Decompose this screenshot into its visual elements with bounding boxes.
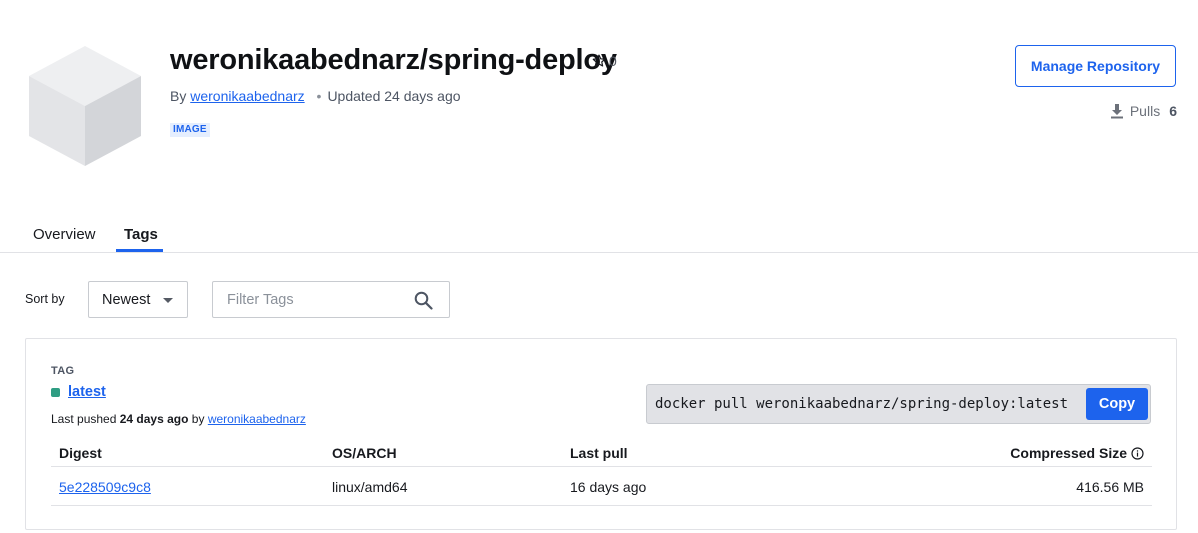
download-icon [1110,104,1123,119]
column-header-last-pull: Last pull [570,445,628,461]
star-count: 0 [609,53,617,69]
last-pull-value: 16 days ago [570,479,647,495]
repo-cube-logo-icon [29,46,141,166]
sort-label: Sort by [25,292,65,306]
filter-tags-input[interactable] [214,283,404,316]
updated-text: Updated 24 days ago [327,88,461,104]
tab-overview[interactable]: Overview [33,226,96,243]
pulls-stat: Pulls 6 [1110,103,1177,119]
tab-tags[interactable]: Tags [124,226,158,243]
star-button[interactable]: 0 [591,53,617,69]
copy-button[interactable]: Copy [1086,388,1148,420]
tag-card: TAG latest Last pushed 24 days ago by we… [25,338,1177,530]
pushed-by-label: by [191,412,205,426]
column-header-compressed-size: Compressed Size [1010,445,1144,461]
pull-command-box: docker pull weronikaabednarz/spring-depl… [646,384,1151,424]
os-arch-value: linux/amd64 [332,479,408,495]
pull-command-text[interactable]: docker pull weronikaabednarz/spring-depl… [655,396,1068,412]
filter-tags-box [212,281,450,318]
star-icon [592,54,606,67]
owner-link[interactable]: weronikaabednarz [190,88,304,104]
pulls-label: Pulls [1129,103,1161,119]
by-label: By [170,88,187,104]
manage-repository-button[interactable]: Manage Repository [1015,45,1176,87]
column-header-digest: Digest [59,445,102,461]
table-row: 5e228509c9c8 linux/amd64 16 days ago 416… [51,468,1152,506]
search-icon[interactable] [414,291,433,310]
column-header-os-arch: OS/ARCH [332,445,397,461]
tag-caption: TAG [51,365,75,377]
pushed-prefix: Last pushed [51,412,117,426]
repo-meta: By weronikaabednarz • Updated 24 days ago [170,88,461,104]
image-type-badge: IMAGE [170,123,210,137]
sort-select[interactable]: Newest [88,281,188,318]
compressed-size-label: Compressed Size [1010,445,1127,461]
repo-title: weronikaabednarz/spring-deploy [170,44,617,76]
chevron-down-icon [163,298,173,303]
digest-link[interactable]: 5e228509c9c8 [59,479,151,495]
pulls-count: 6 [1169,103,1177,119]
sort-value: Newest [102,291,151,308]
info-icon[interactable] [1131,446,1144,460]
digest-table-header: Digest OS/ARCH Last pull Compressed Size [51,437,1152,467]
pushed-when: 24 days ago [119,412,189,426]
pushed-by-link[interactable]: weronikaabednarz [208,412,306,426]
repo-tabs: Overview Tags [0,220,1198,253]
tag-name-link[interactable]: latest [68,384,106,400]
tag-status-indicator [51,388,60,397]
last-pushed-info: Last pushed 24 days ago by weronikaabedn… [51,412,306,426]
separator-dot: • [316,88,322,104]
compressed-size-value: 416.56 MB [1076,479,1144,495]
active-tab-indicator [116,249,163,252]
